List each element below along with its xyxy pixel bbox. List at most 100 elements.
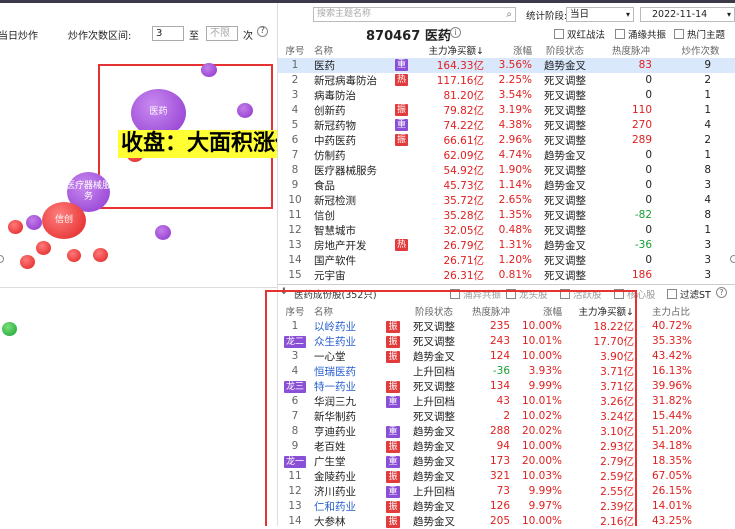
bubble[interactable] — [2, 322, 17, 336]
search-input[interactable]: 搜索主题名称 ⌕ — [313, 7, 516, 22]
bubble-label: 医疗器械服务 — [65, 181, 111, 202]
right-edge-handle[interactable] — [730, 255, 735, 265]
stage-state: 死叉调整 — [544, 269, 586, 282]
bubble[interactable] — [155, 225, 171, 240]
table-row[interactable]: 10 新冠检测 35.72亿 2.65% 死叉调整 0 4 — [278, 193, 735, 208]
row-index: 3 — [291, 89, 299, 102]
amount: 26.31亿 — [443, 269, 484, 282]
row-name: 国产软件 — [312, 253, 412, 268]
theme-name-text: 医药 — [314, 59, 335, 72]
filter-hot-theme[interactable]: 热门主题 — [674, 27, 725, 41]
table-row[interactable]: 6 中药医药 振 66.61亿 2.96% 死叉调整 289 2 — [278, 133, 735, 148]
count-unit: 次 — [243, 31, 253, 42]
col-header[interactable]: 炒作次数 — [666, 43, 735, 58]
heat-pulse: 0 — [645, 89, 652, 102]
col-header[interactable]: 主力占比 — [636, 304, 735, 319]
table-row[interactable]: 7 仿制药 62.09亿 4.74% 趋势金叉 0 1 — [278, 148, 735, 163]
bubble[interactable] — [36, 241, 51, 255]
theme-name-text: 房地产开发 — [314, 239, 367, 252]
theme-name-text: 食品 — [314, 179, 335, 192]
pct-change: 2.65% — [498, 194, 532, 207]
theme-name-text: 信创 — [314, 209, 335, 222]
table-row[interactable]: 9 食品 45.73亿 1.14% 趋势金叉 0 3 — [278, 178, 735, 193]
count-range-label: 炒作次数区间: — [68, 31, 132, 42]
row-name: 新冠药物 重 — [312, 118, 412, 133]
table-row[interactable]: 2 新冠病毒防治 热 117.16亿 2.25% 死叉调整 0 2 — [278, 73, 735, 88]
main-ratio: 67.05% — [652, 470, 693, 483]
search-icon[interactable]: ⌕ — [506, 8, 512, 21]
filter-st[interactable]: 过滤ST — [667, 287, 711, 301]
heat-pulse: -82 — [634, 209, 652, 222]
checkbox-icon — [667, 289, 677, 299]
tag-badge: 重 — [394, 58, 408, 71]
amount: 79.82亿 — [443, 104, 484, 117]
row-name: 元宇宙 — [312, 268, 412, 283]
main-ratio: 26.15% — [652, 485, 693, 498]
bubble-label: 医药 — [149, 107, 168, 117]
col-header[interactable]: 涨幅 — [486, 43, 534, 58]
table-row[interactable]: 1 医药 重 164.33亿 3.56% 趋势金叉 83 9 — [278, 57, 735, 73]
theme-name-text: 新冠药物 — [314, 119, 356, 132]
help-icon[interactable]: ? — [716, 287, 727, 298]
col-header[interactable]: 阶段状态 — [534, 43, 596, 58]
bubble[interactable] — [67, 249, 81, 262]
row-name: 仿制药 — [312, 148, 412, 163]
heat-pulse: 186 — [631, 269, 652, 282]
bubble[interactable] — [20, 255, 35, 269]
filter-gongzhen[interactable]: 涌缘共振 — [615, 27, 666, 41]
theme-name-text: 创新药 — [314, 104, 346, 117]
table-row[interactable]: 13 房地产开发 热 26.79亿 1.31% 趋势金叉 -36 3 — [278, 238, 735, 253]
info-icon[interactable]: i — [450, 27, 461, 38]
col-header-sorted[interactable]: 主力净买额↓ — [412, 43, 486, 58]
heat-pulse: 0 — [645, 164, 652, 177]
row-name: 医药 重 — [312, 58, 412, 73]
table-row[interactable]: 5 新冠药物 重 74.22亿 4.38% 死叉调整 270 4 — [278, 118, 735, 133]
bubble[interactable] — [237, 103, 253, 118]
table-row[interactable]: 4 创新药 振 79.82亿 3.19% 死叉调整 110 1 — [278, 103, 735, 118]
stat-select[interactable]: 当日 ▾ — [566, 7, 634, 22]
pct-change: 0.81% — [498, 269, 532, 282]
row-name: 病毒防治 — [312, 88, 412, 103]
bubble[interactable] — [26, 215, 42, 230]
stage-state: 趋势金叉 — [544, 179, 586, 192]
hype-times: 1 — [704, 224, 711, 237]
table-row[interactable]: 3 病毒防治 81.20亿 3.54% 死叉调整 0 1 — [278, 88, 735, 103]
amount: 66.61亿 — [443, 134, 484, 147]
row-index: 15 — [288, 269, 302, 282]
table-row[interactable]: 11 信创 35.28亿 1.35% 死叉调整 -82 8 — [278, 208, 735, 223]
stage-state: 趋势金叉 — [544, 239, 586, 252]
main-ratio: 34.18% — [652, 440, 693, 453]
col-header[interactable]: 序号 — [278, 43, 312, 58]
table-row[interactable]: 12 智慧城市 32.05亿 0.48% 死叉调整 0 1 — [278, 223, 735, 238]
filter-shuanghong[interactable]: 双红战法 — [554, 27, 605, 41]
bubble[interactable] — [8, 220, 23, 234]
stage-state: 死叉调整 — [544, 164, 586, 177]
col-header[interactable]: 名称 — [312, 43, 412, 58]
amount: 81.20亿 — [443, 89, 484, 102]
main-ratio: 51.20% — [652, 425, 693, 438]
main-ratio: 16.13% — [652, 365, 693, 378]
tag-badge: 热 — [394, 238, 408, 251]
heat-pulse: 0 — [645, 74, 652, 87]
pct-change: 1.35% — [498, 209, 532, 222]
table-row[interactable]: 15 元宇宙 26.31亿 0.81% 死叉调整 186 3 — [278, 268, 735, 283]
left-edge-handle[interactable] — [0, 255, 5, 265]
table-row[interactable]: 8 医疗器械服务 54.92亿 1.90% 死叉调整 0 8 — [278, 163, 735, 178]
hype-times: 4 — [704, 194, 711, 207]
hype-times: 3 — [704, 179, 711, 192]
date-select[interactable]: 2022-11-14 ▾ — [640, 7, 735, 22]
help-icon[interactable]: ? — [257, 26, 268, 37]
row-name: 房地产开发 热 — [312, 238, 412, 253]
max-count-input[interactable]: 不限 — [206, 26, 238, 41]
pct-change: 1.14% — [498, 179, 532, 192]
bubble[interactable] — [201, 63, 217, 77]
table-row[interactable]: 14 国产软件 26.71亿 1.20% 死叉调整 0 3 — [278, 253, 735, 268]
hype-times: 8 — [704, 164, 711, 177]
filter-label: 双红战法 — [567, 30, 606, 41]
bubble[interactable] — [93, 248, 108, 262]
col-header[interactable]: 热度脉冲 — [596, 43, 666, 58]
heat-pulse: 270 — [631, 119, 652, 132]
min-count-input[interactable]: 3 — [152, 26, 184, 41]
bubble-xinchuang[interactable]: 信创 — [42, 202, 86, 239]
search-placeholder: 搜索主题名称 — [317, 9, 372, 19]
